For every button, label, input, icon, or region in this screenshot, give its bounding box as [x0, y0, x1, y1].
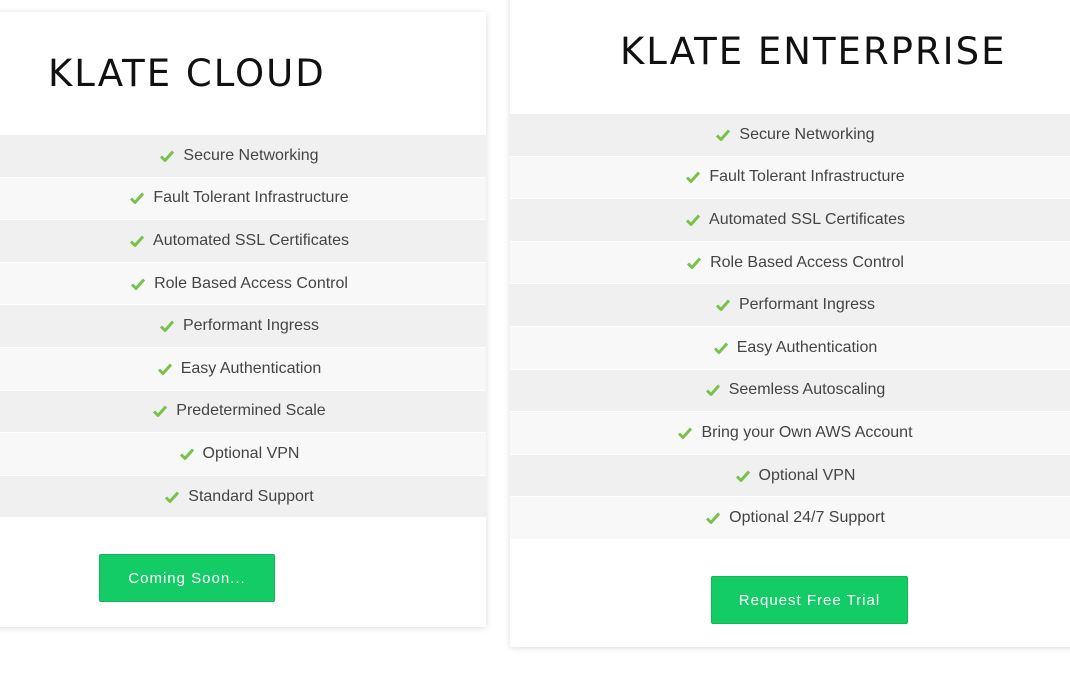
check-icon — [152, 403, 168, 419]
check-icon — [735, 468, 751, 484]
check-icon — [159, 148, 175, 164]
feature-list: Secure Networking Fault Tolerant Infrast… — [510, 114, 1070, 540]
feature-label: Secure Networking — [183, 146, 319, 164]
feature-label: Bring your Own AWS Account — [701, 423, 913, 441]
feature-label: Standard Support — [188, 487, 314, 505]
check-icon — [157, 361, 173, 377]
check-icon — [705, 510, 721, 526]
check-icon — [159, 318, 175, 334]
feature-item: Fault Tolerant Infrastructure — [0, 177, 486, 221]
feature-label: Automated SSL Certificates — [709, 210, 905, 228]
check-icon — [686, 255, 702, 271]
feature-item: Optional VPN — [510, 454, 1070, 498]
feature-item: Performant Ingress — [510, 284, 1070, 327]
feature-item: Performant Ingress — [0, 305, 486, 348]
feature-item: Easy Authentication — [0, 347, 486, 391]
feature-label: Role Based Access Control — [154, 274, 348, 292]
feature-item: Predetermined Scale — [0, 390, 486, 434]
feature-label: Easy Authentication — [736, 338, 878, 356]
feature-item: Bring your Own AWS Account — [510, 412, 1070, 455]
feature-label: Optional 24/7 Support — [729, 509, 885, 527]
check-icon — [677, 425, 693, 441]
feature-item: Secure Networking — [510, 114, 1070, 157]
card-title: KLATE ENTERPRISE — [620, 30, 1007, 73]
check-icon — [685, 169, 701, 185]
feature-item: Role Based Access Control — [510, 241, 1070, 285]
feature-label: Secure Networking — [739, 125, 875, 143]
feature-label: Predetermined Scale — [176, 402, 326, 420]
card-title: KLATE CLOUD — [48, 52, 326, 95]
feature-label: Optional VPN — [758, 466, 856, 484]
check-icon — [130, 276, 146, 292]
pricing-page: KLATE CLOUD Secure Networking Fault Tole… — [0, 0, 1070, 691]
feature-label: Performant Ingress — [738, 296, 876, 314]
feature-label: Optional VPN — [202, 444, 300, 462]
feature-item: Optional VPN — [0, 433, 486, 476]
feature-label: Easy Authentication — [180, 359, 322, 377]
feature-item: Optional 24/7 Support — [510, 497, 1070, 540]
feature-item: Seemless Autoscaling — [510, 369, 1070, 413]
feature-label: Automated SSL Certificates — [153, 231, 349, 249]
check-icon — [179, 446, 195, 462]
feature-item: Role Based Access Control — [0, 262, 486, 306]
feature-label: Seemless Autoscaling — [728, 381, 886, 399]
check-icon — [129, 190, 145, 206]
feature-item: Fault Tolerant Infrastructure — [510, 156, 1070, 200]
feature-label: Role Based Access Control — [710, 253, 904, 271]
klate-enterprise-card: KLATE ENTERPRISE Secure Networking Fault… — [510, 0, 1070, 647]
check-icon — [705, 382, 721, 398]
coming-soon-button[interactable]: Coming Soon... — [99, 554, 275, 602]
feature-item: Automated SSL Certificates — [510, 199, 1070, 242]
request-free-trial-button[interactable]: Request Free Trial — [711, 576, 908, 624]
check-icon — [715, 297, 731, 313]
check-icon — [164, 489, 180, 505]
feature-label: Fault Tolerant Infrastructure — [153, 189, 349, 207]
feature-label: Fault Tolerant Infrastructure — [709, 168, 905, 186]
check-icon — [713, 340, 729, 356]
feature-item: Standard Support — [0, 475, 486, 519]
feature-list: Secure Networking Fault Tolerant Infrast… — [0, 135, 486, 519]
check-icon — [685, 212, 701, 228]
feature-item: Secure Networking — [0, 135, 486, 178]
feature-item: Automated SSL Certificates — [0, 220, 486, 263]
klate-cloud-card: KLATE CLOUD Secure Networking Fault Tole… — [0, 12, 486, 627]
check-icon — [715, 127, 731, 143]
feature-label: Performant Ingress — [182, 317, 320, 335]
check-icon — [129, 233, 145, 249]
feature-item: Easy Authentication — [510, 326, 1070, 370]
